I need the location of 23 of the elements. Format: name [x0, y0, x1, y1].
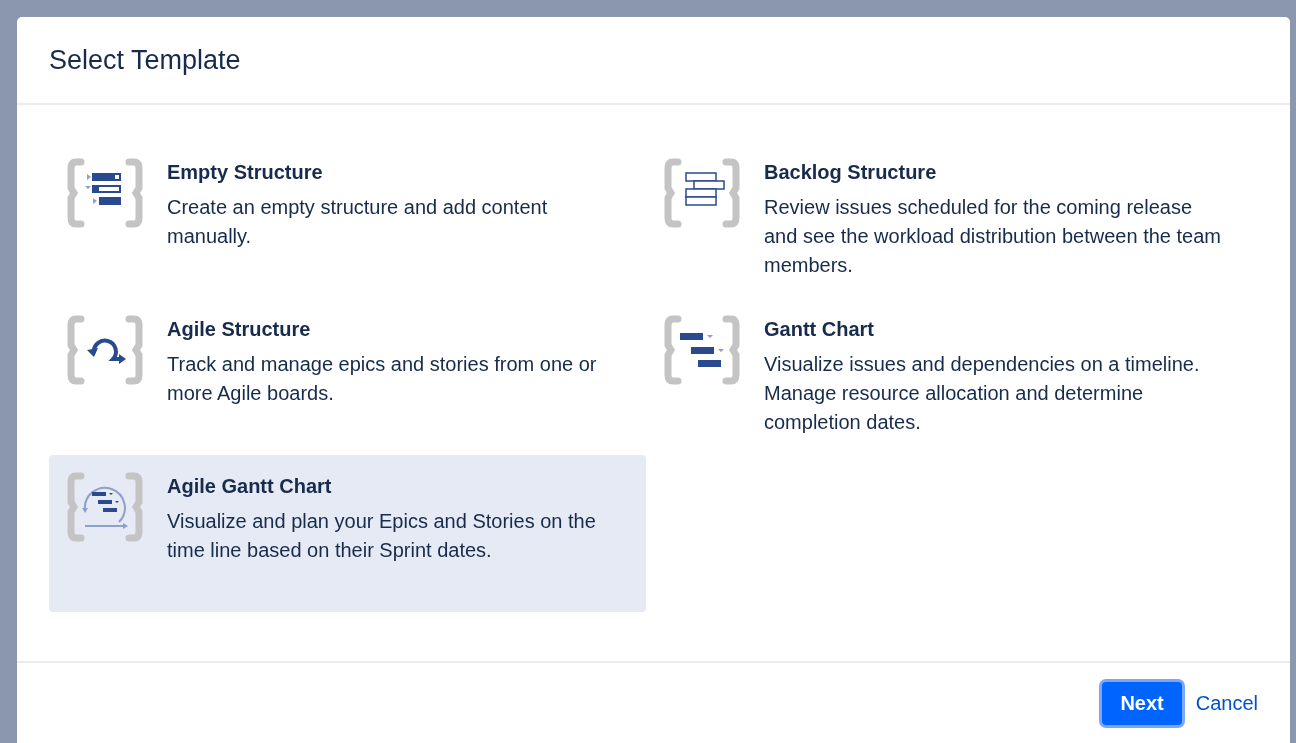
gantt-bars-icon [664, 315, 740, 385]
list-bars-icon [67, 158, 143, 228]
template-title: Gantt Chart [764, 317, 875, 342]
cancel-link[interactable]: Cancel [1195, 691, 1258, 715]
template-description: Visualize issues and dependencies on a timeline. Manage resource allocation and determine completion dates. [764, 352, 1201, 435]
template-title: Empty Structure [167, 160, 324, 185]
template-title: Agile Gantt Chart [167, 474, 333, 499]
template-option[interactable]: Gantt Chart Visualize issues and dependencies on a timeline. Manage resource allocation and determine completion dates. [646, 298, 1243, 455]
gantt-bars-icon [67, 472, 143, 542]
template-title: Backlog Structure [764, 160, 938, 185]
template-description: Review issues scheduled for the coming release and see the workload distribution between the team members. [764, 195, 1222, 278]
template-option[interactable]: Agile Structure Track and manage epics and stories from one or more Agile boards. [49, 298, 646, 455]
template-option[interactable]: Agile Gantt Chart Visualize and plan your Epics and Stories on the time line based on their Sprint dates. [49, 455, 646, 612]
template-option[interactable]: Empty Structure Create an empty structure and add content manually. [49, 141, 646, 298]
dialog-title: Select Template [49, 44, 241, 76]
stacked-blocks-icon [664, 158, 740, 228]
template-description: Create an empty structure and add content manually. [167, 195, 549, 249]
cycle-arrow-icon [67, 315, 143, 385]
next-button[interactable]: Next [1102, 681, 1182, 725]
template-description: Track and manage epics and stories from one or more Agile boards. [167, 352, 598, 406]
template-description: Visualize and plan your Epics and Stories on the time line based on their Sprint dates. [167, 509, 597, 563]
template-title: Agile Structure [167, 317, 312, 342]
template-option[interactable]: Backlog Structure Review issues scheduled for the coming release and see the workload distribution between the team members. [646, 141, 1243, 298]
